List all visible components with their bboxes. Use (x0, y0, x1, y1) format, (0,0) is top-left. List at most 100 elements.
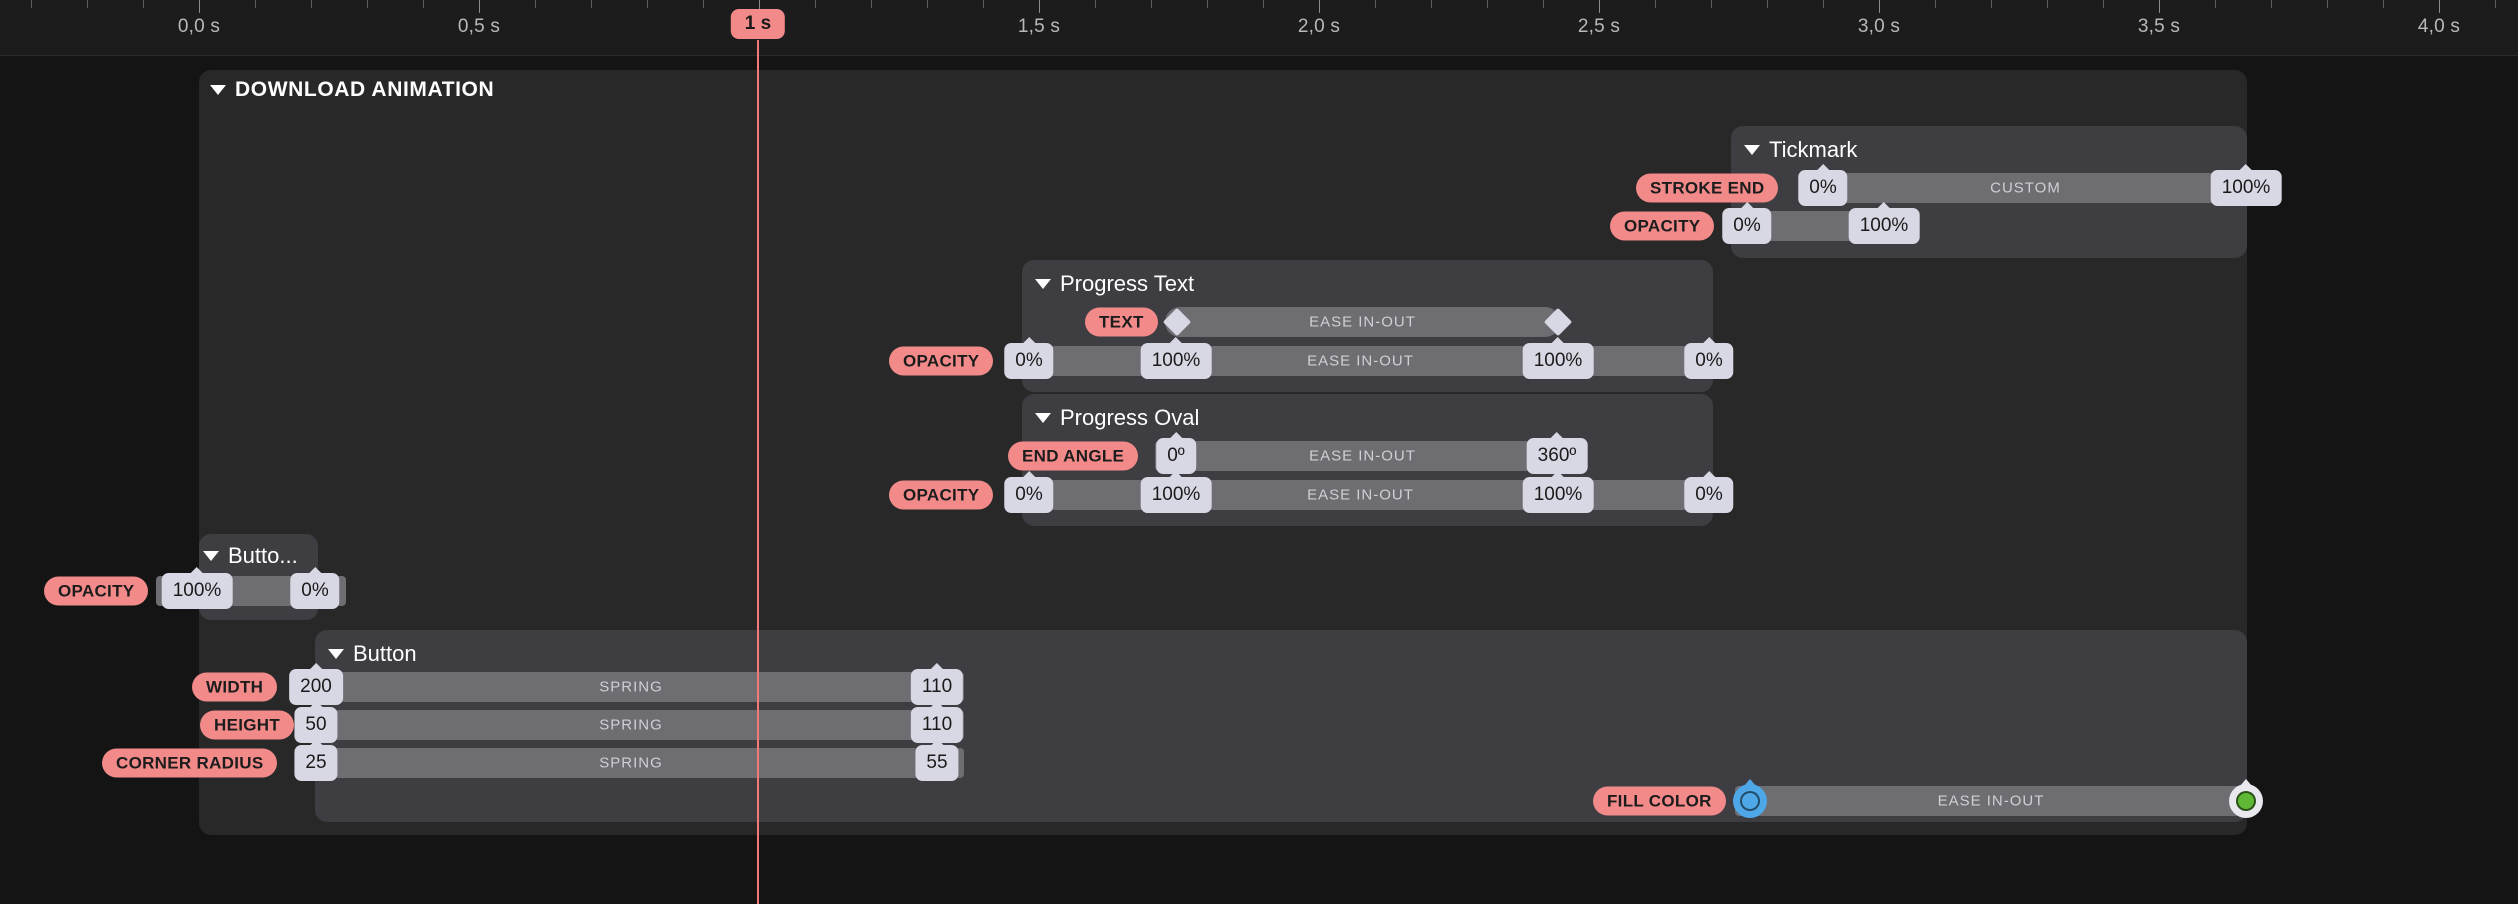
prop-label-fill-color[interactable]: FILL COLOR (1593, 786, 1726, 816)
group-button-header[interactable]: Button (328, 641, 417, 667)
keyframe-width-1[interactable]: 110 (910, 669, 964, 705)
prop-label-end-angle[interactable]: END ANGLE (1008, 441, 1139, 471)
ruler-tick-label: 2,5 s (1577, 16, 1621, 37)
keyframe-height-0[interactable]: 50 (294, 707, 338, 743)
ruler-minor-tick (1095, 0, 1096, 8)
disclosure-triangle-down-icon[interactable] (1035, 413, 1051, 423)
playhead-line[interactable] (757, 40, 759, 904)
prop-label-tickmark-opacity[interactable]: OPACITY (1610, 211, 1715, 241)
keyframe-fill-color-start[interactable] (1733, 784, 1767, 818)
track-corner-radius[interactable]: SPRING (298, 748, 964, 778)
keyframe-width-0[interactable]: 200 (289, 669, 343, 705)
track-progress-oval-opacity[interactable]: EASE IN-OUT (1008, 480, 1713, 510)
ruler-minor-tick (815, 0, 816, 8)
ruler-minor-tick (31, 0, 32, 8)
easing-label: SPRING (599, 716, 663, 734)
ruler-minor-tick (1935, 0, 1936, 8)
ruler-tick-label: 0,5 s (457, 16, 501, 37)
ruler-minor-tick (143, 0, 144, 8)
keyframe-fill-color-end[interactable] (2229, 784, 2263, 818)
easing-label: EASE IN-OUT (1309, 313, 1416, 331)
easing-label: EASE IN-OUT (1307, 352, 1414, 370)
ruler-minor-tick (703, 0, 704, 8)
prop-label-height[interactable]: HEIGHT (200, 710, 295, 740)
disclosure-triangle-down-icon[interactable] (1035, 279, 1051, 289)
ruler-major-tick (1879, 0, 1880, 13)
color-swatch-end (2236, 791, 2256, 811)
ruler-tick-label: 3,0 s (1857, 16, 1901, 37)
disclosure-triangle-down-icon[interactable] (1744, 145, 1760, 155)
prop-label-corner-radius[interactable]: CORNER RADIUS (102, 748, 278, 778)
ruler-minor-tick (1711, 0, 1712, 8)
easing-label: EASE IN-OUT (1309, 447, 1416, 465)
track-end-angle[interactable]: EASE IN-OUT (1155, 441, 1570, 471)
keyframe-progress-text-opacity-1[interactable]: 100% (1140, 343, 1212, 379)
keyframe-stroke-end-0[interactable]: 0% (1798, 170, 1848, 206)
ruler-minor-tick (591, 0, 592, 8)
easing-label: CUSTOM (1990, 179, 2061, 197)
track-fill-color[interactable]: EASE IN-OUT (1735, 786, 2247, 816)
keyframe-button-truncated-opacity-1[interactable]: 0% (290, 573, 340, 609)
keyframe-end-angle-1[interactable]: 360º (1526, 438, 1588, 474)
root-group-header[interactable]: DOWNLOAD ANIMATION (210, 78, 494, 102)
ruler-minor-tick (1375, 0, 1376, 8)
prop-label-text[interactable]: TEXT (1085, 307, 1158, 337)
ruler-minor-tick (2103, 0, 2104, 8)
ruler-major-tick (479, 0, 480, 13)
keyframe-progress-text-opacity-2[interactable]: 100% (1522, 343, 1594, 379)
timeline-ruler[interactable]: 0,0 s 0,5 s 1,5 s 2,0 s 2,5 s 3,0 s 3,5 s 4,0 s (0, 0, 2518, 56)
group-progress-oval-header[interactable]: Progress Oval (1035, 405, 1199, 431)
keyframe-button-truncated-opacity-0[interactable]: 100% (161, 573, 233, 609)
ruler-minor-tick (983, 0, 984, 8)
ruler-tick-label: 1,5 s (1017, 16, 1061, 37)
track-width[interactable]: SPRING (298, 672, 964, 702)
keyframe-stroke-end-1[interactable]: 100% (2210, 170, 2282, 206)
easing-label: SPRING (599, 754, 663, 772)
keyframe-corner-radius-0[interactable]: 25 (294, 745, 338, 781)
track-height[interactable]: SPRING (298, 710, 964, 740)
ruler-major-tick (199, 0, 200, 13)
playhead-time-chip[interactable]: 1 s (730, 9, 786, 39)
track-progress-text-opacity[interactable]: EASE IN-OUT (1008, 346, 1713, 376)
disclosure-triangle-down-icon[interactable] (203, 551, 219, 561)
ruler-minor-tick (367, 0, 368, 8)
ruler-minor-tick (311, 0, 312, 8)
ruler-minor-tick (1207, 0, 1208, 8)
track-stroke-end[interactable]: CUSTOM (1805, 173, 2246, 203)
prop-label-progress-oval-opacity[interactable]: OPACITY (889, 480, 994, 510)
group-button-title: Button (353, 641, 417, 666)
group-button-truncated-title: Butto... (228, 543, 298, 568)
keyframe-end-angle-0[interactable]: 0º (1156, 438, 1196, 474)
ruler-minor-tick (2271, 0, 2272, 8)
keyframe-progress-text-opacity-3[interactable]: 0% (1684, 343, 1734, 379)
prop-label-width[interactable]: WIDTH (192, 672, 278, 702)
group-tickmark-header[interactable]: Tickmark (1744, 137, 1857, 163)
disclosure-triangle-down-icon[interactable] (210, 85, 226, 95)
disclosure-triangle-down-icon[interactable] (328, 649, 344, 659)
keyframe-tickmark-opacity-1[interactable]: 100% (1848, 208, 1920, 244)
keyframe-corner-radius-1[interactable]: 55 (915, 745, 959, 781)
ruler-minor-tick (2495, 0, 2496, 8)
keyframe-progress-oval-opacity-1[interactable]: 100% (1140, 477, 1212, 513)
ruler-major-tick (1039, 0, 1040, 13)
keyframe-progress-oval-opacity-2[interactable]: 100% (1522, 477, 1594, 513)
prop-label-progress-text-opacity[interactable]: OPACITY (889, 346, 994, 376)
group-button-truncated-header[interactable]: Butto... (203, 543, 298, 569)
ruler-minor-tick (2383, 0, 2384, 8)
keyframe-tickmark-opacity-0[interactable]: 0% (1722, 208, 1772, 244)
ruler-tick-label: 4,0 s (2417, 16, 2461, 37)
track-text[interactable]: EASE IN-OUT (1165, 307, 1560, 337)
prop-label-button-truncated-opacity[interactable]: OPACITY (44, 576, 149, 606)
keyframe-progress-oval-opacity-0[interactable]: 0% (1004, 477, 1054, 513)
keyframe-progress-oval-opacity-3[interactable]: 0% (1684, 477, 1734, 513)
easing-label: EASE IN-OUT (1307, 486, 1414, 504)
group-progress-text-header[interactable]: Progress Text (1035, 271, 1194, 297)
color-swatch-start (1740, 791, 1760, 811)
ruler-minor-tick (1487, 0, 1488, 8)
easing-label: SPRING (599, 678, 663, 696)
prop-label-stroke-end[interactable]: STROKE END (1636, 173, 1779, 203)
ruler-minor-tick (647, 0, 648, 8)
keyframe-height-1[interactable]: 110 (910, 707, 964, 743)
ruler-minor-tick (1655, 0, 1656, 8)
keyframe-progress-text-opacity-0[interactable]: 0% (1004, 343, 1054, 379)
